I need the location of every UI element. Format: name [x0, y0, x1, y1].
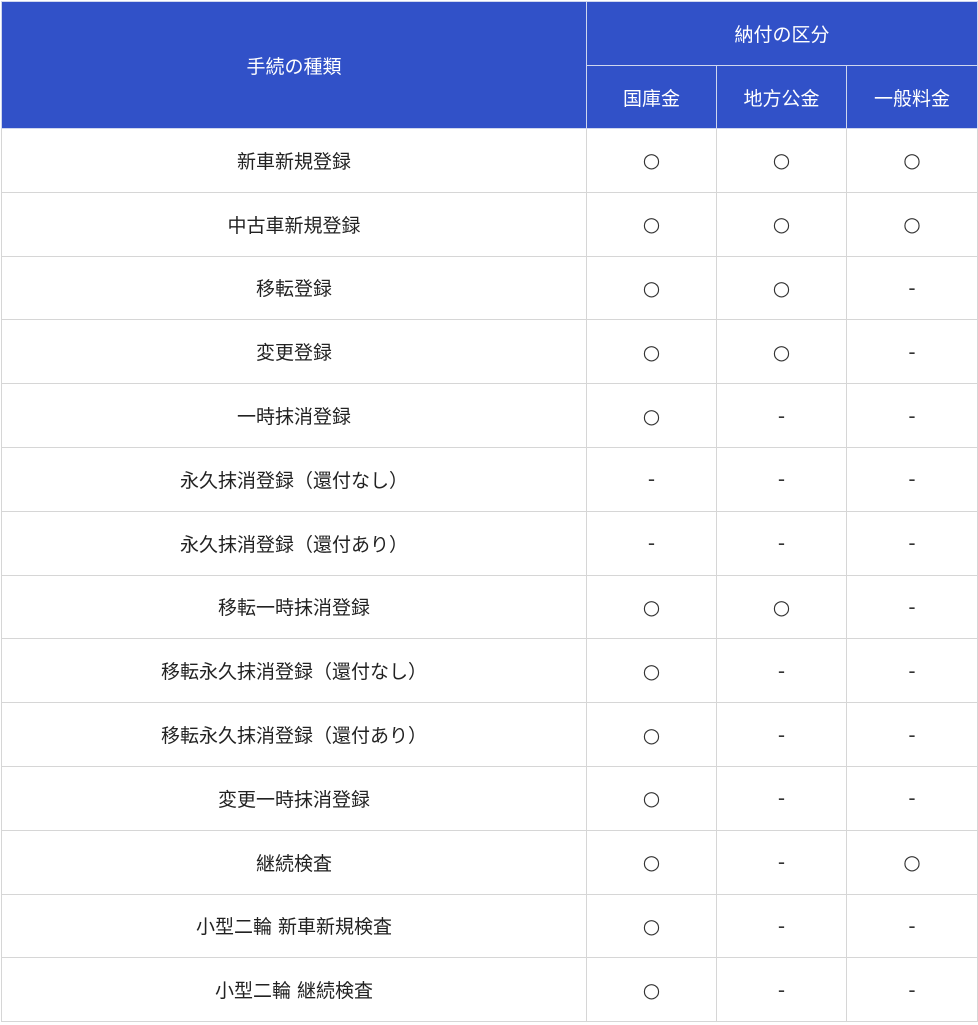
value-chiho: ○: [716, 191, 847, 257]
value-chiho: -: [716, 383, 847, 448]
value-ippan: ○: [845, 128, 978, 193]
header-procedure-type: 手続の種類: [1, 1, 587, 129]
value-kokko: ○: [586, 191, 717, 257]
header-payment-category: 納付の区分: [585, 1, 978, 66]
procedure-name: 永久抹消登録（還付あり）: [1, 510, 587, 576]
value-chiho: ○: [716, 128, 847, 193]
value-kokko: ○: [586, 893, 717, 959]
table-header: 手続の種類 納付の区分 国庫金 地方公金 一般料金: [1, 1, 978, 129]
value-chiho: -: [716, 510, 847, 576]
value-ippan: -: [845, 765, 978, 831]
table-row: 移転永久抹消登録（還付あり） ○ - -: [1, 702, 978, 767]
procedure-name: 移転登録: [1, 255, 587, 321]
value-ippan: ○: [845, 829, 978, 895]
value-ippan: -: [845, 510, 978, 576]
procedure-name: 小型二輪 継続検査: [1, 957, 587, 1023]
table-row: 移転一時抹消登録 ○ ○ -: [1, 574, 978, 640]
table-row: 小型二輪 継続検査 ○ - -: [1, 957, 978, 1023]
procedure-name: 中古車新規登録: [1, 191, 587, 257]
value-ippan: ○: [845, 191, 978, 257]
value-chiho: -: [716, 765, 847, 831]
payment-category-table: 手続の種類 納付の区分 国庫金 地方公金 一般料金 新車新規登録 ○ ○ ○ 中…: [1, 1, 978, 1023]
header-col-chiho: 地方公金: [716, 65, 847, 129]
table-row: 変更一時抹消登録 ○ - -: [1, 765, 978, 831]
procedure-name: 移転永久抹消登録（還付なし）: [1, 638, 587, 704]
value-kokko: ○: [586, 765, 717, 831]
table-body: 新車新規登録 ○ ○ ○ 中古車新規登録 ○ ○ ○ 移転登録 ○ ○ - 変更…: [1, 128, 978, 1023]
value-chiho: -: [716, 829, 847, 895]
procedure-name: 移転永久抹消登録（還付あり）: [1, 702, 587, 767]
value-chiho: ○: [716, 319, 847, 385]
table-row: 継続検査 ○ - ○: [1, 829, 978, 895]
value-chiho: ○: [716, 255, 847, 321]
value-ippan: -: [845, 957, 978, 1023]
table-row: 変更登録 ○ ○ -: [1, 319, 978, 385]
value-ippan: -: [845, 638, 978, 704]
procedure-name: 継続検査: [1, 829, 587, 895]
table-row: 永久抹消登録（還付あり） - - -: [1, 510, 978, 576]
table-row: 移転登録 ○ ○ -: [1, 255, 978, 321]
value-ippan: -: [845, 574, 978, 640]
value-chiho: -: [716, 893, 847, 959]
procedure-name: 永久抹消登録（還付なし）: [1, 446, 587, 512]
header-col-kokko: 国庫金: [586, 65, 717, 129]
header-col-ippan: 一般料金: [845, 65, 978, 129]
procedure-name: 変更一時抹消登録: [1, 765, 587, 831]
value-kokko: -: [586, 510, 717, 576]
table-row: 一時抹消登録 ○ - -: [1, 383, 978, 448]
value-kokko: -: [586, 446, 717, 512]
table-row: 新車新規登録 ○ ○ ○: [1, 128, 978, 193]
value-kokko: ○: [586, 128, 717, 193]
table-row: 中古車新規登録 ○ ○ ○: [1, 191, 978, 257]
procedure-name: 新車新規登録: [1, 128, 587, 193]
value-kokko: ○: [586, 383, 717, 448]
procedure-name: 小型二輪 新車新規検査: [1, 893, 587, 959]
procedure-name: 一時抹消登録: [1, 383, 587, 448]
value-kokko: ○: [586, 255, 717, 321]
value-kokko: ○: [586, 574, 717, 640]
value-ippan: -: [845, 893, 978, 959]
value-ippan: -: [845, 319, 978, 385]
table-row: 移転永久抹消登録（還付なし） ○ - -: [1, 638, 978, 704]
value-ippan: -: [845, 702, 978, 767]
value-chiho: ○: [716, 574, 847, 640]
value-kokko: ○: [586, 702, 717, 767]
procedure-name: 移転一時抹消登録: [1, 574, 587, 640]
value-chiho: -: [716, 702, 847, 767]
header-row-1: 手続の種類 納付の区分: [1, 1, 978, 129]
value-chiho: -: [716, 957, 847, 1023]
value-ippan: -: [845, 255, 978, 321]
value-chiho: -: [716, 638, 847, 704]
table-row: 小型二輪 新車新規検査 ○ - -: [1, 893, 978, 959]
value-kokko: ○: [586, 638, 717, 704]
value-kokko: ○: [586, 319, 717, 385]
value-kokko: ○: [586, 829, 717, 895]
value-kokko: ○: [586, 957, 717, 1023]
value-ippan: -: [845, 446, 978, 512]
value-chiho: -: [716, 446, 847, 512]
value-ippan: -: [845, 383, 978, 448]
procedure-name: 変更登録: [1, 319, 587, 385]
table-row: 永久抹消登録（還付なし） - - -: [1, 446, 978, 512]
